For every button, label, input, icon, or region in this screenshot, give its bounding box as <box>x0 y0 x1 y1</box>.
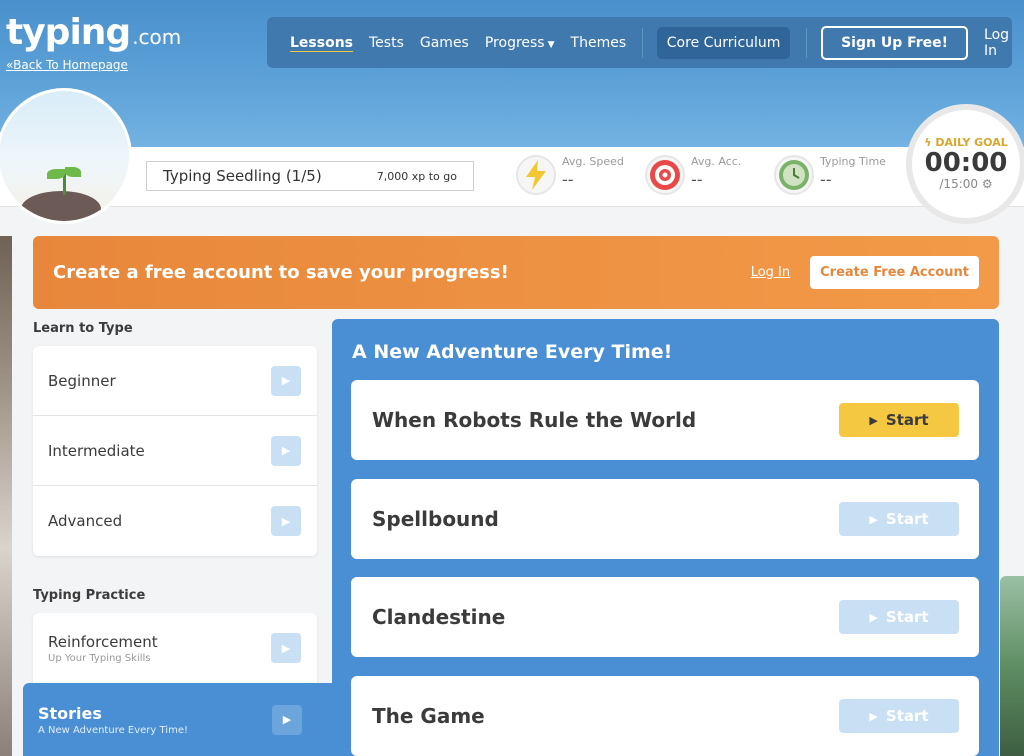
panel-title: A New Adventure Every Time! <box>352 341 673 363</box>
level-xp: 7,000 xp to go <box>376 169 457 183</box>
sidebar-item-label: Advanced <box>48 512 123 530</box>
target-icon <box>645 155 685 195</box>
stat-label: Avg. Acc. <box>691 155 742 168</box>
daily-goal-target: /15:00 ⚙ <box>939 177 993 191</box>
logo-tld[interactable]: .com <box>132 25 181 49</box>
log-in-link[interactable]: Log In <box>984 27 1012 59</box>
sidebar-item-label: Stories <box>38 703 102 723</box>
seedling-avatar <box>0 88 132 224</box>
sidebar-item-beginner[interactable]: Beginner ▶ <box>33 346 317 416</box>
play-icon[interactable]: ▶ <box>272 704 302 735</box>
logo-text[interactable]: typing <box>6 12 131 53</box>
nav-divider <box>642 27 643 58</box>
banner-text: Create a free account to save your progr… <box>53 262 509 283</box>
play-icon: ▶ <box>869 512 878 526</box>
typing-practice-heading: Typing Practice <box>33 588 146 603</box>
play-icon[interactable]: ▶ <box>271 506 301 536</box>
create-free-account-button[interactable]: Create Free Account <box>810 256 979 289</box>
sidebar-item-sublabel: Up Your Typing Skills <box>48 652 151 664</box>
start-button[interactable]: ▶ Start <box>839 600 959 634</box>
stat-label: Typing Time <box>820 155 886 168</box>
dirt-mound <box>21 191 101 221</box>
clock-icon <box>774 155 814 195</box>
sidebar-item-intermediate[interactable]: Intermediate ▶ <box>33 416 317 486</box>
stat-avg-speed: Avg. Speed -- <box>516 155 624 195</box>
start-button[interactable]: ▶ Start <box>839 403 959 437</box>
story-card[interactable]: Spellbound ▶ Start <box>351 479 979 559</box>
learn-to-type-list: Beginner ▶ Intermediate ▶ Advanced ▶ <box>33 346 317 556</box>
stories-panel: A New Adventure Every Time! When Robots … <box>332 319 999 756</box>
play-icon: ▶ <box>869 709 878 723</box>
start-button[interactable]: ▶ Start <box>839 699 959 733</box>
leaf-icon <box>47 169 65 179</box>
story-card[interactable]: Clandestine ▶ Start <box>351 577 979 657</box>
nav-divider <box>806 27 808 58</box>
stat-value: -- <box>562 170 574 189</box>
story-card[interactable]: When Robots Rule the World ▶ Start <box>351 380 979 460</box>
nav-themes[interactable]: Themes <box>571 35 627 51</box>
nav-progress[interactable]: Progress ▼ <box>485 35 555 51</box>
start-button[interactable]: ▶ Start <box>839 502 959 536</box>
nav-games[interactable]: Games <box>420 35 469 51</box>
play-icon[interactable]: ▶ <box>271 633 301 663</box>
typing-practice-list: Reinforcement Up Your Typing Skills ▶ <box>33 613 317 693</box>
chevron-down-icon: ▼ <box>547 39 555 50</box>
sidebar-item-label: Reinforcement <box>48 632 158 651</box>
sign-up-button[interactable]: Sign Up Free! <box>821 25 969 60</box>
level-progress: Typing Seedling (1/5) 7,000 xp to go <box>146 161 474 191</box>
stat-avg-accuracy: Avg. Acc. -- <box>645 155 741 195</box>
story-card[interactable]: The Game ▶ Start <box>351 676 979 756</box>
sidebar-item-stories[interactable]: Stories A New Adventure Every Time! ▶ <box>23 683 332 756</box>
daily-goal[interactable]: ϟ DAILY GOAL 00:00 /15:00 ⚙ <box>906 104 1024 224</box>
sidebar-item-label: Beginner <box>48 371 116 390</box>
leaf-icon <box>65 167 81 177</box>
logo[interactable]: typing .com <box>6 12 181 53</box>
core-curriculum-button[interactable]: Core Curriculum <box>656 26 791 59</box>
play-icon: ▶ <box>869 610 878 624</box>
lightning-icon <box>516 155 556 195</box>
daily-goal-time: 00:00 <box>924 148 1008 178</box>
sidebar-item-advanced[interactable]: Advanced ▶ <box>33 486 317 556</box>
stat-typing-time: Typing Time -- <box>774 155 886 195</box>
top-nav: Lessons Tests Games Progress ▼ Themes Cor… <box>267 17 1012 68</box>
story-title: When Robots Rule the World <box>372 408 697 432</box>
nav-tests[interactable]: Tests <box>369 35 404 51</box>
play-icon: ▶ <box>869 413 878 427</box>
create-account-banner: Create a free account to save your progr… <box>33 236 999 309</box>
level-name: Typing Seedling (1/5) <box>163 167 322 185</box>
sidebar-item-sublabel: A New Adventure Every Time! <box>38 724 188 736</box>
banner-log-in-link[interactable]: Log In <box>751 265 790 280</box>
header: typing .com «Back To Homepage Lessons Tes… <box>0 0 1024 148</box>
gear-icon[interactable]: ⚙ <box>982 177 993 191</box>
nav-progress-label: Progress <box>484 34 545 51</box>
story-title: Spellbound <box>372 507 499 531</box>
play-icon[interactable]: ▶ <box>271 435 301 466</box>
background-image-left <box>0 236 12 756</box>
back-to-homepage-link[interactable]: «Back To Homepage <box>6 58 128 72</box>
play-icon[interactable]: ▶ <box>271 365 301 396</box>
learn-to-type-heading: Learn to Type <box>33 321 133 336</box>
sidebar-item-reinforcement[interactable]: Reinforcement Up Your Typing Skills ▶ <box>33 613 317 683</box>
stat-value: -- <box>691 170 703 189</box>
sidebar-item-label: Intermediate <box>48 441 145 460</box>
nav-lessons[interactable]: Lessons <box>290 35 353 51</box>
stat-value: -- <box>820 170 832 189</box>
stat-label: Avg. Speed <box>562 155 624 168</box>
story-title: The Game <box>372 704 485 728</box>
background-image-right <box>1000 576 1024 756</box>
story-title: Clandestine <box>372 605 506 629</box>
